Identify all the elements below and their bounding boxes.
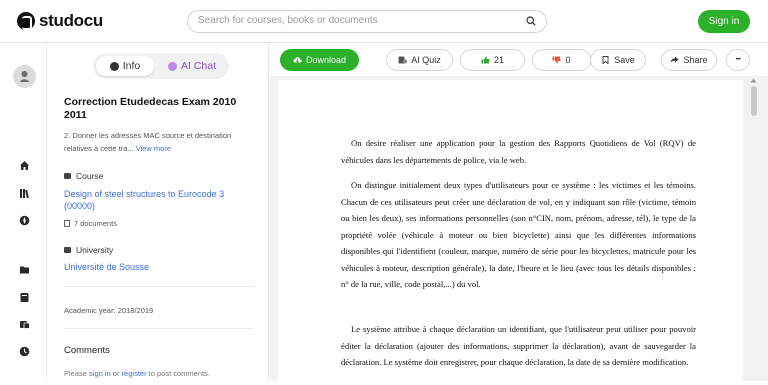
university-icon: [64, 247, 71, 253]
time-icon[interactable]: [19, 346, 30, 357]
book-icon[interactable]: [19, 292, 30, 303]
quiz-icon: [398, 56, 408, 64]
info-icon: [109, 61, 119, 71]
course-label: Course: [76, 171, 104, 181]
document-page: On desire réaliser une application pour …: [278, 80, 743, 385]
document-paragraph: Le système attribue à chaque déclaration…: [341, 324, 696, 367]
course-documents-count: 7 documents: [64, 219, 117, 228]
ai-chat-icon: [167, 61, 177, 71]
save-label: Save: [614, 55, 635, 65]
sign-in-button[interactable]: Sign in: [698, 10, 750, 33]
dislike-button[interactable]: 0: [532, 49, 591, 71]
scrollbar-thumb[interactable]: [751, 86, 757, 116]
dislike-count: 0: [565, 55, 571, 65]
cloud-download-icon: [293, 57, 302, 63]
save-button[interactable]: Save: [590, 49, 646, 71]
download-label: Download: [305, 55, 347, 65]
folder-icon[interactable]: [19, 264, 30, 275]
download-button[interactable]: Download: [280, 49, 359, 71]
user-icon[interactable]: [13, 65, 36, 88]
like-button[interactable]: 21: [460, 49, 525, 71]
share-button[interactable]: Share: [661, 49, 717, 71]
document-description: 2. Donner les adresses MAC source et des…: [64, 129, 254, 155]
search-box[interactable]: [187, 10, 547, 33]
university-label: University: [76, 245, 114, 255]
comments-note-pre: Please: [64, 369, 90, 378]
divider: [64, 328, 254, 329]
comments-note: Please sign in or register to post comme…: [64, 369, 210, 378]
studocu-logo[interactable]: studocu: [17, 11, 103, 31]
course-heading: Course: [64, 171, 103, 181]
library-icon[interactable]: [19, 188, 30, 199]
view-more-link[interactable]: View more: [136, 144, 171, 153]
tab-info-label: Info: [122, 60, 141, 72]
course-icon: [64, 173, 71, 179]
like-count: 21: [493, 55, 504, 65]
brand-name: studocu: [39, 11, 104, 30]
document-toolbar: Download AI Quiz 21 0 Save Share •••: [270, 43, 768, 76]
tab-ai-chat[interactable]: AI Chat: [159, 56, 225, 76]
comments-signin-link[interactable]: sign in: [89, 369, 111, 378]
comments-register-link[interactable]: register: [122, 369, 147, 378]
document-paragraph: On desire réaliser une application pour …: [341, 138, 696, 165]
document-info-sidebar: Info AI Chat Correction Etudedecas Exam …: [47, 43, 269, 381]
academic-year: Academic year: 2018/2019: [64, 306, 154, 315]
ai-quiz-button[interactable]: AI Quiz: [386, 49, 453, 71]
bookmark-icon: [602, 56, 609, 64]
document-paragraph: On distingue initialement deux types d'u…: [341, 180, 696, 289]
document-scrollbar[interactable]: [749, 78, 758, 381]
tab-info[interactable]: Info: [96, 56, 154, 76]
tab-ai-chat-label: AI Chat: [180, 60, 217, 72]
top-bar: studocu Sign in: [0, 0, 768, 43]
comments-heading: Comments: [64, 345, 110, 356]
comments-note-or: or: [110, 369, 122, 378]
home-icon[interactable]: [19, 160, 30, 171]
thumbs-down-icon: [552, 56, 561, 64]
more-options-button[interactable]: •••: [726, 49, 750, 71]
university-link[interactable]: Université de Sousse: [64, 261, 254, 273]
scroll-up-icon[interactable]: [750, 78, 757, 83]
comments-note-post: to post comments.: [146, 369, 210, 378]
courses-icon[interactable]: [19, 319, 30, 330]
document-title: Correction Etudedecas Exam 2010 2011: [64, 96, 237, 121]
course-link[interactable]: Design of steel structures to Eurocode 3…: [64, 188, 254, 212]
share-label: Share: [683, 55, 708, 65]
explore-icon[interactable]: [19, 215, 30, 226]
ai-quiz-label: AI Quiz: [411, 55, 441, 65]
thumbs-up-icon: [481, 56, 490, 64]
search-icon[interactable]: [526, 16, 536, 26]
studocu-logo-icon: [17, 12, 35, 30]
share-arrow-icon: [670, 56, 679, 63]
left-nav-rail: [0, 43, 47, 381]
sidebar-tabs: Info AI Chat: [93, 53, 229, 79]
university-heading: University: [64, 245, 113, 255]
divider: [64, 286, 254, 287]
document-icon: [64, 220, 70, 227]
document-viewer[interactable]: On desire réaliser une application pour …: [270, 76, 768, 385]
course-documents-label: 7 documents: [74, 219, 117, 228]
search-input[interactable]: [198, 15, 518, 26]
